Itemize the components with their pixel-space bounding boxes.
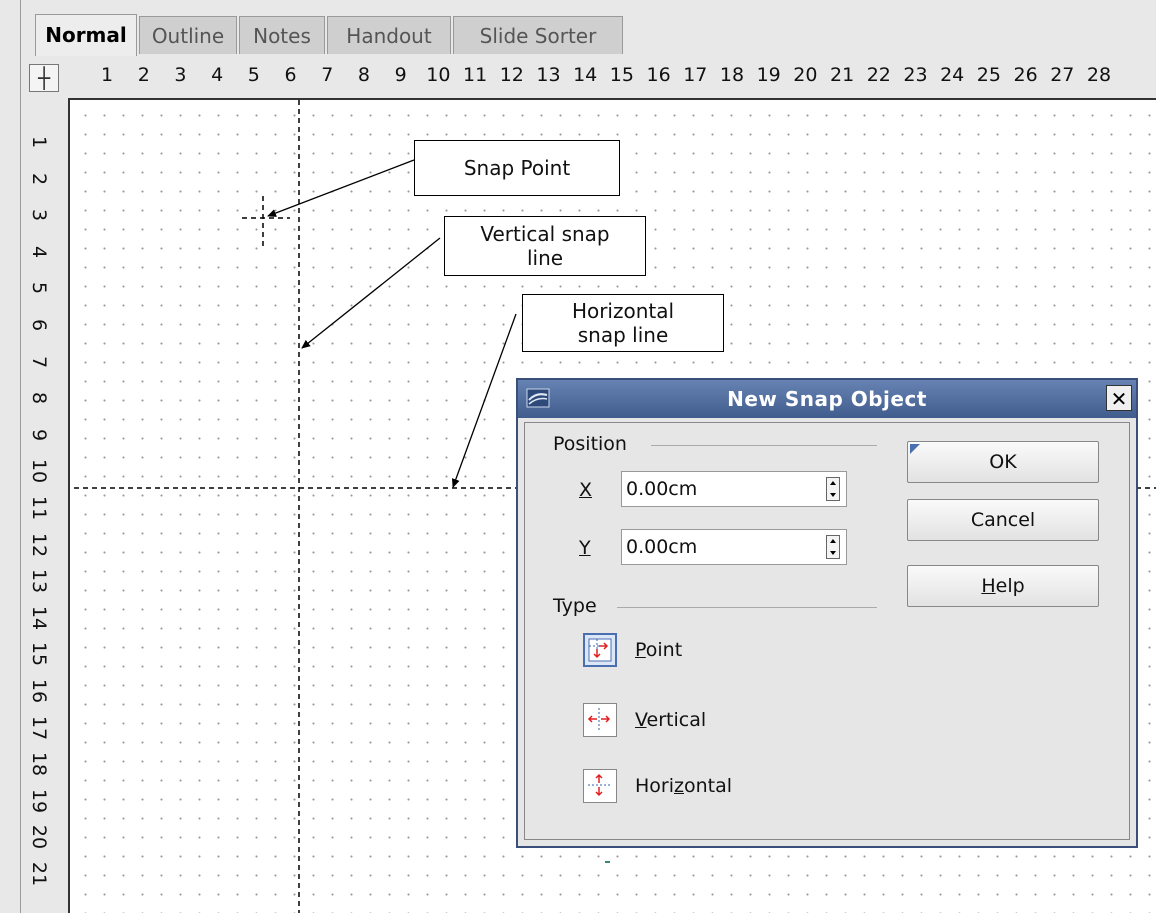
y-position-value[interactable]: 0.00cm xyxy=(626,530,697,564)
v-ruler-tick: 11 xyxy=(28,495,50,521)
v-ruler-tick: 8 xyxy=(28,392,50,405)
x-label: X xyxy=(579,479,593,501)
v-ruler-tick: 1 xyxy=(28,135,50,149)
h-ruler-tick: 28 xyxy=(1086,64,1112,86)
vertical-type-icon[interactable] xyxy=(583,703,617,737)
h-ruler-tick: 27 xyxy=(1050,64,1075,86)
v-ruler-tick: 7 xyxy=(28,355,50,368)
h-ruler-tick: 5 xyxy=(247,64,260,86)
type-section-label: Type xyxy=(553,595,597,617)
view-tabbar: Normal Outline Notes Handout Slide Sorte… xyxy=(20,0,1156,56)
new-snap-object-dialog: New Snap Object ✕ Position X 0.00cm Y 0.… xyxy=(516,378,1138,848)
ruler-corner: ┼ xyxy=(20,56,69,98)
callout-horizontal-text-1: Horizontal xyxy=(571,299,675,323)
cancel-button-label: Cancel xyxy=(970,509,1036,531)
close-icon[interactable]: ✕ xyxy=(1106,385,1132,411)
y-label: Y xyxy=(579,537,591,559)
ok-button[interactable]: OK xyxy=(907,441,1099,483)
horizontal-ruler[interactable]: 1 2 3 4 5 6 7 8 9 10 11 12 13 14 15 16 17 18 19 20 21 22 23 24 2… xyxy=(68,56,1156,98)
v-ruler-tick: 20 xyxy=(28,825,50,850)
h-ruler-tick: 11 xyxy=(463,64,488,86)
h-ruler-tick: 18 xyxy=(719,64,745,86)
callout-snap-point: Snap Point xyxy=(414,140,620,196)
v-ruler-tick: 14 xyxy=(28,605,50,630)
v-ruler-tick: 5 xyxy=(28,282,50,295)
v-ruler-tick: 19 xyxy=(28,788,50,813)
horizontal-type-label[interactable]: Horizontal xyxy=(635,775,732,797)
dialog-title-bar[interactable]: New Snap Object ✕ xyxy=(518,380,1136,418)
h-ruler-tick: 16 xyxy=(646,64,671,86)
help-button-accel: H xyxy=(981,575,996,597)
x-position-field[interactable]: 0.00cm xyxy=(621,471,847,507)
h-ruler-tick: 8 xyxy=(357,64,370,86)
h-ruler-tick: 2 xyxy=(137,64,150,86)
point-type-icon[interactable] xyxy=(583,633,617,667)
h-ruler-tick: 20 xyxy=(793,64,818,86)
default-button-icon xyxy=(910,444,920,454)
help-button-label: elp xyxy=(995,575,1025,597)
callout-vertical-text-2: line xyxy=(526,246,564,270)
v-ruler-tick: 18 xyxy=(28,752,50,777)
h-ruler-tick: 26 xyxy=(1013,64,1038,86)
position-separator xyxy=(651,445,877,446)
dialog-body: Position X 0.00cm Y 0.00cm Type Point Ve… xyxy=(524,422,1130,840)
h-ruler-tick: 6 xyxy=(284,64,297,86)
v-ruler-tick: 6 xyxy=(28,318,50,332)
v-ruler-tick: 3 xyxy=(28,209,50,222)
tab-normal[interactable]: Normal xyxy=(35,14,137,56)
point-type-label[interactable]: Point xyxy=(635,639,682,661)
h-ruler-tick: 22 xyxy=(866,64,891,86)
v-ruler-tick: 17 xyxy=(28,715,50,740)
v-ruler-tick: 21 xyxy=(28,861,50,887)
h-ruler-tick: 25 xyxy=(976,64,1001,86)
h-ruler-tick: 10 xyxy=(426,64,451,86)
h-ruler-tick: 3 xyxy=(174,64,187,86)
ok-button-label: OK xyxy=(989,451,1017,473)
callout-vertical-text-1: Vertical snap xyxy=(480,222,610,246)
tab-stop-icon[interactable]: ┼ xyxy=(29,64,59,92)
horizontal-type-icon[interactable] xyxy=(583,769,617,803)
v-ruler-tick: 12 xyxy=(28,532,50,557)
h-ruler-tick: 7 xyxy=(321,64,334,86)
h-ruler-tick: 4 xyxy=(211,64,224,86)
h-ruler-tick: 17 xyxy=(683,64,708,86)
callout-horizontal-snap-line: Horizontal snap line xyxy=(522,294,724,352)
h-ruler-tick: 14 xyxy=(573,64,598,86)
y-position-field[interactable]: 0.00cm xyxy=(621,529,847,565)
v-ruler-tick: 4 xyxy=(28,245,50,258)
h-ruler-tick: 21 xyxy=(830,64,855,86)
tab-slide-sorter[interactable]: Slide Sorter xyxy=(453,16,623,54)
help-button[interactable]: Help xyxy=(907,565,1099,607)
vertical-type-label[interactable]: Vertical xyxy=(635,709,706,731)
tab-handout[interactable]: Handout xyxy=(327,16,451,54)
v-ruler-tick: 15 xyxy=(28,642,50,667)
x-position-value[interactable]: 0.00cm xyxy=(626,472,697,506)
v-ruler-tick: 16 xyxy=(28,678,50,704)
vertical-ruler[interactable]: 1 2 3 4 5 6 7 8 9 10 11 12 13 14 15 16 17 18 19 20 21 xyxy=(20,98,69,913)
h-ruler-tick: 12 xyxy=(499,64,524,86)
callout-horizontal-text-2: snap line xyxy=(577,323,669,347)
dialog-title: New Snap Object xyxy=(727,387,927,411)
type-separator xyxy=(617,607,877,608)
v-ruler-tick: 10 xyxy=(28,459,50,484)
v-ruler-tick: 2 xyxy=(28,172,50,185)
h-ruler-tick: 15 xyxy=(609,64,634,86)
h-ruler-tick: 23 xyxy=(903,64,928,86)
h-ruler-tick: 19 xyxy=(756,64,781,86)
y-spin-buttons[interactable] xyxy=(826,535,840,559)
h-ruler-tick: 24 xyxy=(940,64,965,86)
callout-snap-point-text: Snap Point xyxy=(463,156,571,180)
callout-vertical-snap-line: Vertical snap line xyxy=(444,216,646,276)
v-ruler-tick: 13 xyxy=(28,569,50,594)
h-ruler-tick: 1 xyxy=(101,64,114,86)
cancel-button[interactable]: Cancel xyxy=(907,499,1099,541)
x-spin-buttons[interactable] xyxy=(826,477,840,501)
tab-outline[interactable]: Outline xyxy=(139,16,237,54)
position-section-label: Position xyxy=(553,433,627,455)
h-ruler-tick: 13 xyxy=(536,64,561,86)
tab-notes[interactable]: Notes xyxy=(239,16,325,54)
v-ruler-tick: 9 xyxy=(28,428,50,441)
h-ruler-tick: 9 xyxy=(394,64,407,86)
